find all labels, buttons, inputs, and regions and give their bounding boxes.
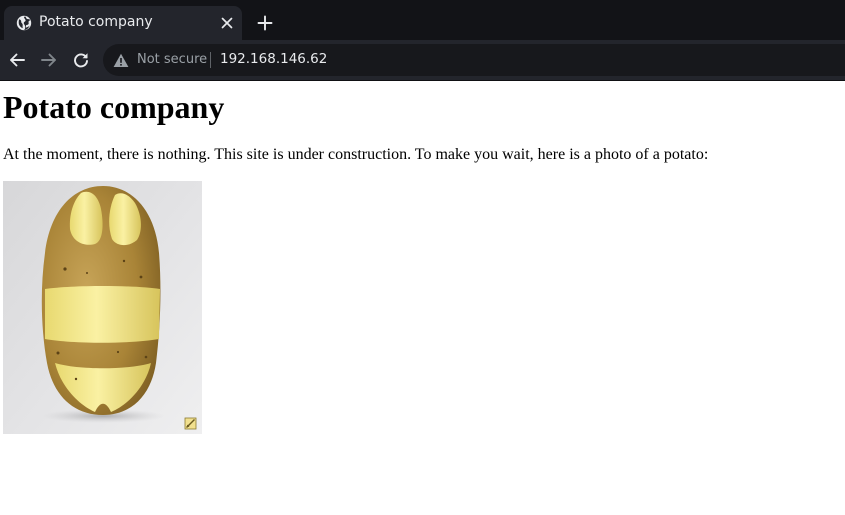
toolbar: Not secure 192.168.146.62	[0, 40, 845, 80]
tab-strip: Potato company	[0, 0, 845, 40]
plus-icon[interactable]	[255, 13, 275, 33]
security-status-label[interactable]: Not secure	[137, 52, 207, 67]
address-bar[interactable]: Not secure 192.168.146.62	[103, 44, 845, 76]
arrow-right-icon[interactable]	[39, 50, 59, 70]
globe-icon	[16, 15, 32, 31]
arrow-left-icon[interactable]	[7, 50, 27, 70]
close-icon[interactable]	[219, 15, 235, 31]
tab-potato-company[interactable]: Potato company	[4, 6, 242, 40]
pencil-icon[interactable]	[184, 417, 197, 430]
reload-icon[interactable]	[71, 50, 91, 70]
omnibox-divider	[210, 52, 211, 68]
warning-triangle-icon[interactable]	[113, 53, 129, 68]
potato-photo	[3, 181, 202, 434]
browser-window: Potato company Not secure 192.168.146.62…	[0, 0, 845, 515]
url-text[interactable]: 192.168.146.62	[220, 51, 327, 67]
page-title: Potato company	[3, 89, 225, 125]
tab-title: Potato company	[39, 14, 153, 30]
page-paragraph: At the moment, there is nothing. This si…	[3, 146, 709, 163]
page-content: Potato company At the moment, there is n…	[0, 81, 845, 515]
